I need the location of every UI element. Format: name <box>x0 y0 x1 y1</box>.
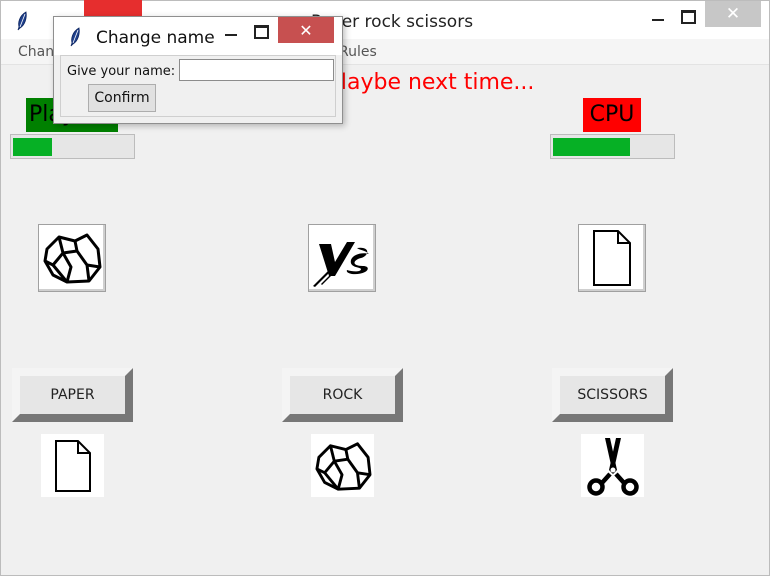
cpu-label: CPU <box>583 98 641 132</box>
dialog-maximize-button[interactable] <box>248 19 274 45</box>
minimize-icon <box>652 19 664 21</box>
scissors-button-label: SCISSORS <box>577 387 648 403</box>
feather-icon <box>70 27 80 47</box>
scissors-choice-image[interactable] <box>581 434 644 497</box>
player-score-fill <box>13 138 52 156</box>
menu-rules[interactable]: Rules <box>339 44 377 60</box>
paper-icon <box>593 230 631 286</box>
name-prompt-label: Give your name: <box>67 64 176 79</box>
cpu-score-fill <box>553 138 630 156</box>
feather-icon <box>17 11 27 31</box>
confirm-button-label: Confirm <box>94 90 150 106</box>
result-message: Maybe next time... <box>328 70 535 95</box>
rock-icon <box>43 233 102 284</box>
rock-icon <box>314 441 371 491</box>
maximize-icon <box>680 10 696 24</box>
vs-icon <box>313 242 369 287</box>
rock-button[interactable]: ROCK <box>282 368 403 422</box>
dialog-title-bar: Change name ✕ <box>54 17 342 55</box>
maximize-icon <box>253 25 269 39</box>
rock-button-label: ROCK <box>322 387 363 403</box>
cpu-choice-tile <box>578 224 646 292</box>
scissors-icon <box>586 437 639 496</box>
cpu-score-bar <box>550 134 675 159</box>
maximize-button[interactable] <box>673 3 703 31</box>
minimize-button[interactable] <box>641 3 675 31</box>
player-score-bar <box>10 134 135 159</box>
paper-button-label: PAPER <box>50 387 95 403</box>
confirm-button[interactable]: Confirm <box>88 84 156 112</box>
paper-icon <box>54 439 91 492</box>
paper-button[interactable]: PAPER <box>12 368 133 422</box>
close-icon: ✕ <box>725 4 741 24</box>
dialog-title: Change name <box>96 28 215 48</box>
name-input[interactable] <box>179 59 334 81</box>
dialog-close-button[interactable]: ✕ <box>278 17 334 43</box>
vs-tile <box>308 224 376 292</box>
close-icon: ✕ <box>299 20 313 40</box>
minimize-icon <box>225 34 237 36</box>
rock-choice-image[interactable] <box>311 434 374 497</box>
scissors-button[interactable]: SCISSORS <box>552 368 673 422</box>
background-window-edge <box>84 0 142 17</box>
dialog-minimize-button[interactable] <box>218 19 244 45</box>
dialog-panel: Give your name: Confirm <box>60 55 336 117</box>
paper-choice-image[interactable] <box>41 434 104 497</box>
close-button[interactable]: ✕ <box>705 1 761 27</box>
change-name-dialog: Change name ✕ Give your name: Confirm <box>53 16 343 124</box>
player-choice-tile <box>38 224 106 292</box>
